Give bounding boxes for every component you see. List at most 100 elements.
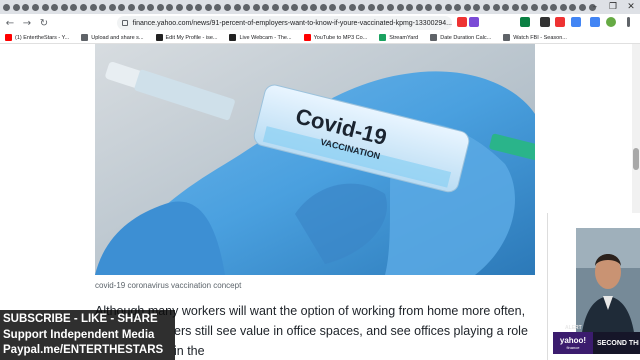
- browser-tab[interactable]: [108, 2, 118, 12]
- minimize-icon[interactable]: –: [586, 0, 604, 14]
- bookmark-item[interactable]: Edit My Profile - ise...: [155, 34, 218, 41]
- browser-tab[interactable]: [232, 2, 242, 12]
- browser-tab[interactable]: [568, 2, 578, 12]
- brand-text: yahoo!: [559, 336, 587, 345]
- browser-tab[interactable]: [530, 2, 540, 12]
- browser-tab[interactable]: [2, 2, 12, 12]
- browser-tab[interactable]: [203, 2, 213, 12]
- browser-tab[interactable]: [156, 2, 166, 12]
- browser-tab[interactable]: [175, 2, 185, 12]
- browser-tab[interactable]: [482, 2, 492, 12]
- browser-tab[interactable]: [558, 2, 568, 12]
- browser-tab[interactable]: [338, 2, 348, 12]
- tab-favicon-icon: [358, 3, 366, 11]
- tab-favicon-icon: [444, 3, 452, 11]
- browser-tab[interactable]: [347, 2, 357, 12]
- bookmark-item[interactable]: Date Duration Calc...: [430, 34, 491, 41]
- avatar[interactable]: [606, 17, 616, 27]
- back-icon[interactable]: ←: [3, 16, 17, 30]
- browser-tab[interactable]: [309, 2, 319, 12]
- browser-tab[interactable]: [194, 2, 204, 12]
- reload-icon[interactable]: ↻: [37, 16, 51, 30]
- menu-icon[interactable]: [627, 17, 630, 27]
- browser-tab[interactable]: [21, 2, 31, 12]
- browser-tab[interactable]: [136, 2, 146, 12]
- browser-tab[interactable]: [472, 2, 482, 12]
- browser-tab[interactable]: [261, 2, 271, 12]
- browser-tab[interactable]: [242, 2, 252, 12]
- browser-tab[interactable]: [60, 2, 70, 12]
- browser-tab[interactable]: [328, 2, 338, 12]
- tab-favicon-icon: [425, 3, 433, 11]
- browser-tab[interactable]: [213, 2, 223, 12]
- tab-favicon-icon: [41, 3, 49, 11]
- browser-tab[interactable]: [463, 2, 473, 12]
- bookmark-label: Edit My Profile - ise...: [165, 34, 218, 41]
- browser-tab[interactable]: [395, 2, 405, 12]
- tab-favicon-icon: [243, 3, 251, 11]
- browser-tab[interactable]: [443, 2, 453, 12]
- browser-tab[interactable]: [280, 2, 290, 12]
- browser-tab[interactable]: [117, 2, 127, 12]
- browser-tab[interactable]: [299, 2, 309, 12]
- extension-icon[interactable]: [590, 17, 600, 27]
- browser-tab[interactable]: [367, 2, 377, 12]
- browser-tab[interactable]: [165, 2, 175, 12]
- browser-tab[interactable]: [357, 2, 367, 12]
- scrollbar-thumb[interactable]: [633, 148, 639, 170]
- browser-tab[interactable]: [405, 2, 415, 12]
- browser-tab[interactable]: [386, 2, 396, 12]
- tab-favicon-icon: [300, 3, 308, 11]
- browser-tab[interactable]: [520, 2, 530, 12]
- browser-tab[interactable]: [539, 2, 549, 12]
- browser-tab[interactable]: [146, 2, 156, 12]
- forward-icon[interactable]: →: [20, 16, 34, 30]
- browser-tab[interactable]: [434, 2, 444, 12]
- browser-tab[interactable]: [223, 2, 233, 12]
- browser-tab[interactable]: [376, 2, 386, 12]
- bookmark-label: (1) EntertheStars - Y...: [15, 34, 70, 41]
- extension-icon[interactable]: [571, 17, 581, 27]
- browser-tab[interactable]: [79, 2, 89, 12]
- extension-icon[interactable]: [457, 17, 467, 27]
- browser-tab[interactable]: [510, 2, 520, 12]
- extension-icon[interactable]: [520, 17, 530, 27]
- bookmark-item[interactable]: YouTube to MP3 Co...: [303, 34, 368, 41]
- close-icon[interactable]: ✕: [622, 0, 640, 14]
- browser-tab[interactable]: [31, 2, 41, 12]
- extension-icon[interactable]: [469, 17, 479, 27]
- browser-tab[interactable]: [271, 2, 281, 12]
- tab-favicon-icon: [291, 3, 299, 11]
- extension-icon[interactable]: [555, 17, 565, 27]
- address-bar[interactable]: finance.yahoo.com/news/91-percent-of-emp…: [117, 16, 452, 30]
- url-text: finance.yahoo.com/news/91-percent-of-emp…: [132, 19, 452, 27]
- browser-tab[interactable]: [424, 2, 434, 12]
- tab-favicon-icon: [310, 3, 318, 11]
- restore-icon[interactable]: ❐: [604, 0, 622, 14]
- bookmark-favicon-icon: [503, 34, 511, 41]
- browser-tab[interactable]: [549, 2, 559, 12]
- bookmark-item[interactable]: Upload and share s...: [81, 34, 144, 41]
- browser-tab[interactable]: [88, 2, 98, 12]
- browser-tab[interactable]: [50, 2, 60, 12]
- browser-tab[interactable]: [290, 2, 300, 12]
- browser-tab[interactable]: [127, 2, 137, 12]
- browser-tab[interactable]: [40, 2, 50, 12]
- bookmark-item[interactable]: Live Webcam - The...: [229, 34, 292, 41]
- browser-tab[interactable]: [415, 2, 425, 12]
- bookmark-item[interactable]: Watch FBI - Season...: [503, 34, 567, 41]
- browser-tab[interactable]: [319, 2, 329, 12]
- browser-tab[interactable]: [251, 2, 261, 12]
- browser-tab[interactable]: [501, 2, 511, 12]
- bookmark-label: YouTube to MP3 Co...: [313, 34, 368, 41]
- bookmark-item[interactable]: StreamYard: [379, 34, 418, 41]
- browser-tab[interactable]: [453, 2, 463, 12]
- bookmark-item[interactable]: (1) EntertheStars - Y...: [5, 34, 69, 41]
- browser-tab[interactable]: [12, 2, 22, 12]
- tab-favicon-icon: [578, 3, 586, 11]
- browser-tab[interactable]: [491, 2, 501, 12]
- browser-tab[interactable]: [184, 2, 194, 12]
- browser-tab[interactable]: [69, 2, 79, 12]
- extension-icon[interactable]: [540, 17, 550, 27]
- browser-tab[interactable]: [98, 2, 108, 12]
